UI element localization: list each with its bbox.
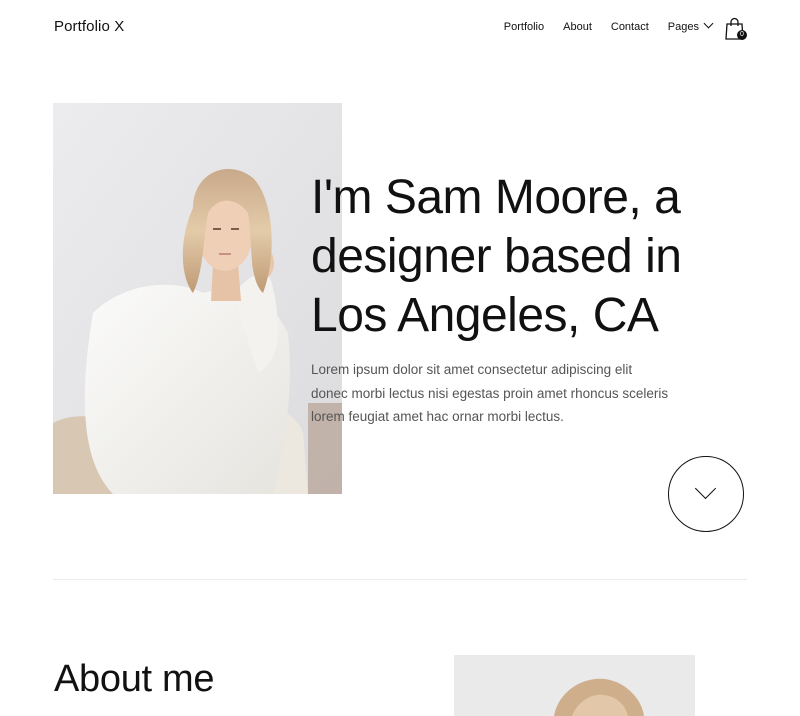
chevron-down-icon xyxy=(694,477,717,500)
hero-portrait-image xyxy=(53,103,342,494)
site-logo[interactable]: Portfolio X xyxy=(54,18,124,35)
hero-intro-line-3: lorem feugiat amet hac ornar morbi lectu… xyxy=(311,409,564,424)
hero-headline-line-2: designer based in xyxy=(311,230,682,283)
nav-item-contact[interactable]: Contact xyxy=(611,21,649,33)
hero-intro-line-1: Lorem ipsum dolor sit amet consectetur a… xyxy=(311,362,633,377)
section-divider xyxy=(53,579,747,580)
hero-intro-text: Lorem ipsum dolor sit amet consectetur a… xyxy=(311,358,691,429)
scroll-down-button[interactable] xyxy=(668,456,744,532)
chevron-down-icon xyxy=(703,18,714,29)
nav-item-pages-label: Pages xyxy=(667,21,699,33)
nav-item-portfolio[interactable]: Portfolio xyxy=(504,21,544,33)
portrait-illustration xyxy=(53,103,342,494)
hero-headline-line-3: Los Angeles, CA xyxy=(311,289,659,342)
cart-count-badge: 0 xyxy=(737,30,747,40)
about-heading: About me xyxy=(54,658,215,700)
site-header: Portfolio X Portfolio About Contact Page… xyxy=(0,0,800,56)
nav-item-pages[interactable]: Pages xyxy=(667,18,714,33)
hero-headline: I'm Sam Moore, a designer based in Los A… xyxy=(311,168,751,345)
about-portrait-illustration xyxy=(454,655,695,716)
nav-item-about[interactable]: About xyxy=(563,21,592,33)
hero-headline-line-1: I'm Sam Moore, a xyxy=(311,171,681,224)
hero-intro-line-2: donec morbi lectus nisi egestas proin am… xyxy=(311,385,669,401)
main-nav: Portfolio About Contact Pages xyxy=(504,18,714,33)
about-portrait-image xyxy=(454,655,695,716)
